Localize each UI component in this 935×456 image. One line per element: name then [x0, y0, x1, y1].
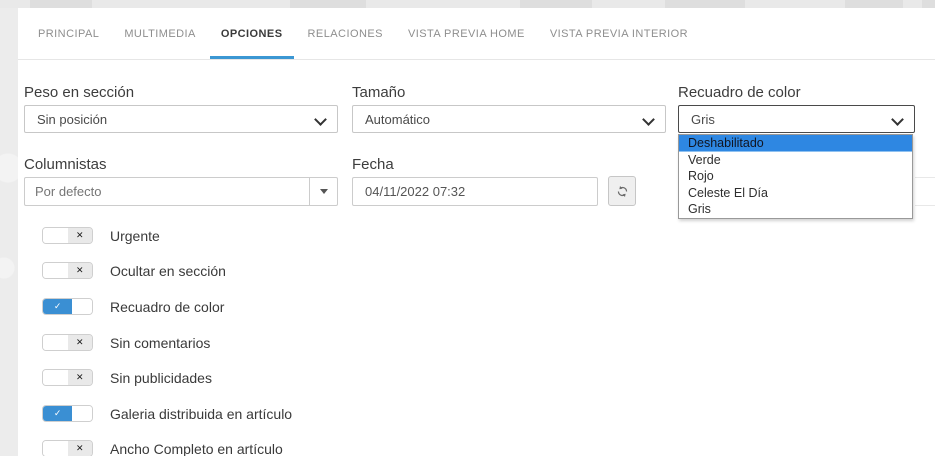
cropped-field-top-border [915, 177, 935, 178]
sin-publicidades-toggle[interactable]: ✕ [42, 369, 93, 386]
toggle-row: ✕ Urgente [42, 227, 160, 244]
tab-multimedia[interactable]: MULTIMEDIA [113, 8, 207, 59]
window-top-strip [0, 0, 935, 8]
dropdown-option-verde[interactable]: Verde [679, 152, 912, 169]
options-editor-screen: PRINCIPAL MULTIMEDIA OPCIONES RELACIONES… [0, 0, 935, 456]
fecha-refresh-button[interactable] [608, 176, 636, 206]
dropdown-option-deshabilitado[interactable]: Deshabilitado [679, 135, 912, 152]
peso-en-seccion-label: Peso en sección [24, 84, 134, 101]
fecha-input[interactable]: 04/11/2022 07:32 [352, 177, 598, 206]
recuadro-de-color-toggle-label: Recuadro de color [110, 299, 224, 315]
toggle-row: ✕ Sin comentarios [42, 334, 210, 351]
cropped-field-bottom-border [915, 205, 935, 206]
tab-vista-previa-home[interactable]: VISTA PREVIA HOME [397, 8, 536, 59]
sin-publicidades-label: Sin publicidades [110, 370, 212, 386]
toggle-row: ✕ Ocultar en sección [42, 262, 226, 279]
recuadro-de-color-toggle[interactable]: ✓ [42, 298, 93, 315]
check-icon: ✓ [43, 299, 72, 314]
recuadro-de-color-dropdown: Deshabilitado Verde Rojo Celeste El Día … [678, 134, 913, 219]
toggle-row: ✓ Galeria distribuida en artículo [42, 405, 292, 422]
refresh-icon [616, 185, 629, 198]
page-left-margin [0, 8, 18, 456]
sin-comentarios-label: Sin comentarios [110, 335, 210, 351]
dropdown-option-gris[interactable]: Gris [679, 201, 912, 218]
cross-icon: ✕ [68, 263, 93, 278]
tab-vista-previa-interior[interactable]: VISTA PREVIA INTERIOR [539, 8, 699, 59]
tab-relaciones[interactable]: RELACIONES [297, 8, 394, 59]
tamano-select[interactable]: Automático [352, 105, 666, 133]
dropdown-arrow-button[interactable] [309, 178, 337, 205]
check-icon: ✓ [43, 406, 72, 421]
recuadro-de-color-select[interactable]: Gris [678, 105, 915, 133]
tab-bar: PRINCIPAL MULTIMEDIA OPCIONES RELACIONES… [18, 8, 935, 60]
caret-down-icon [320, 189, 328, 194]
dropdown-option-celeste-el-dia[interactable]: Celeste El Día [679, 185, 912, 202]
cross-icon: ✕ [68, 228, 93, 243]
peso-en-seccion-select[interactable]: Sin posición [24, 105, 338, 133]
ancho-completo-toggle[interactable]: ✕ [42, 440, 93, 456]
chevron-down-icon [642, 113, 655, 126]
cross-icon: ✕ [68, 441, 93, 456]
columnistas-label: Columnistas [24, 156, 107, 173]
chevron-down-icon [314, 113, 327, 126]
urgente-label: Urgente [110, 228, 160, 244]
tab-principal[interactable]: PRINCIPAL [27, 8, 110, 59]
cross-icon: ✕ [68, 370, 93, 385]
toggle-row: ✓ Recuadro de color [42, 298, 224, 315]
ocultar-en-seccion-toggle[interactable]: ✕ [42, 262, 93, 279]
dropdown-option-rojo[interactable]: Rojo [679, 168, 912, 185]
fecha-label: Fecha [352, 156, 394, 173]
toggle-row: ✕ Ancho Completo en artículo [42, 440, 283, 456]
urgente-toggle[interactable]: ✕ [42, 227, 93, 244]
cross-icon: ✕ [68, 335, 93, 350]
recuadro-de-color-label: Recuadro de color [678, 84, 801, 101]
chevron-down-icon [891, 113, 904, 126]
galeria-distribuida-toggle[interactable]: ✓ [42, 405, 93, 422]
tamano-label: Tamaño [352, 84, 405, 101]
ancho-completo-label: Ancho Completo en artículo [110, 441, 283, 456]
tab-opciones[interactable]: OPCIONES [210, 8, 294, 59]
galeria-distribuida-label: Galeria distribuida en artículo [110, 406, 292, 422]
ocultar-en-seccion-label: Ocultar en sección [110, 263, 226, 279]
toggle-row: ✕ Sin publicidades [42, 369, 212, 386]
columnistas-select[interactable]: Por defecto [24, 177, 338, 206]
sin-comentarios-toggle[interactable]: ✕ [42, 334, 93, 351]
